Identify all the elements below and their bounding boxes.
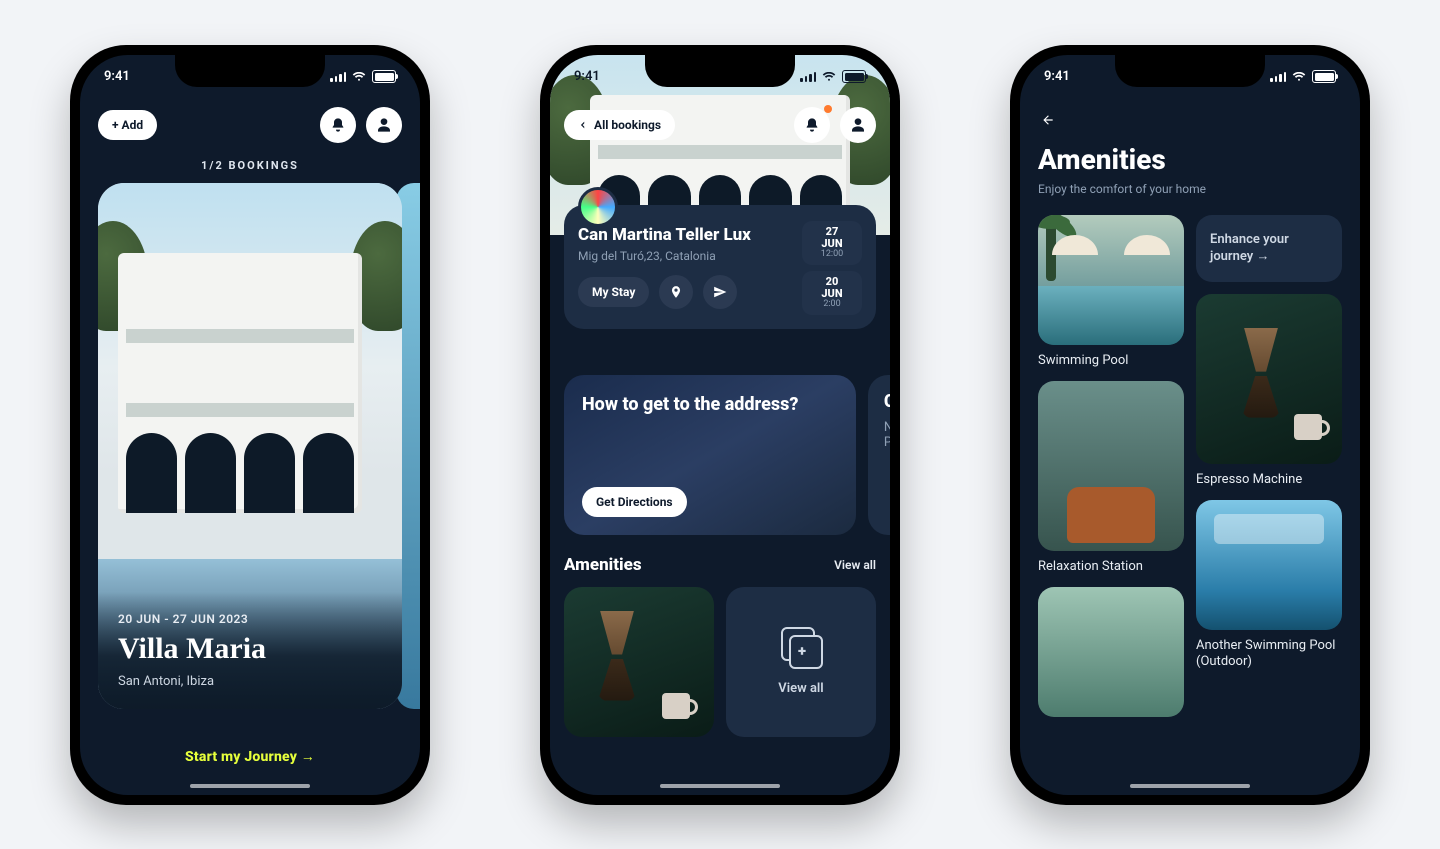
amenity-photo [1038,215,1184,345]
enhance-journey-card[interactable]: Enhance your journey → [1196,215,1342,282]
battery-icon [372,70,396,83]
battery-icon [1312,70,1336,83]
notifications-button[interactable] [794,107,830,143]
share-button[interactable] [703,275,737,309]
wifi-icon [1292,72,1306,82]
amenity-label: Espresso Machine [1196,472,1342,488]
cellular-icon [800,72,816,82]
send-icon [713,285,727,299]
device-notch [1115,55,1265,87]
amenity-photo [1038,587,1184,717]
profile-button[interactable] [840,107,876,143]
add-button[interactable]: + Add [98,110,157,140]
start-journey-link[interactable]: Start my Journey → [80,748,420,765]
stay-summary-card: Can Martina Teller Lux Mig del Turó,23, … [564,205,876,329]
property-name: Can Martina Teller Lux [578,225,792,245]
arrow-left-icon [578,120,588,130]
directions-card[interactable]: How to get to the address? Get Direction… [564,375,856,535]
bell-icon [330,117,346,133]
add-button-label: + Add [112,118,143,132]
checkin-datebox: 27 JUN 12:00 [802,221,862,265]
cellular-icon [330,72,346,82]
arrow-left-icon [1038,113,1058,127]
mug-illustration [662,693,690,719]
amenity-photo [1196,294,1342,464]
amenity-tile[interactable]: Another Swimming Pool (Outdoor) [1196,500,1342,671]
amenity-tile[interactable]: Espresso Machine [1196,294,1342,488]
amenity-photo [1038,381,1184,551]
wifi-icon [822,72,836,82]
info-card-peek[interactable]: C N Pa [868,375,890,535]
amenity-label: Relaxation Station [1038,559,1184,575]
amenity-tile[interactable]: Swimming Pool [1038,215,1184,369]
status-time: 9:41 [1044,69,1070,84]
battery-icon [842,70,866,83]
amenities-heading: Amenities [564,555,642,575]
page-subtitle: Enjoy the comfort of your home [1038,182,1342,196]
amenity-tile[interactable] [1038,587,1184,717]
amenity-tile[interactable]: Relaxation Station [1038,381,1184,575]
amenity-view-all-tile[interactable]: + View all [726,587,876,737]
home-indicator [1130,784,1250,788]
notifications-button[interactable] [320,107,356,143]
back-all-bookings-button[interactable]: All bookings [564,110,675,140]
checkout-datebox: 20 JUN 2:00 [802,271,862,315]
booking-card[interactable]: 20 JUN - 27 JUN 2023 Villa Maria San Ant… [98,183,402,709]
map-pin-icon [669,285,683,299]
coffee-maker-illustration [592,611,642,701]
amenity-photo [1196,500,1342,630]
home-indicator [190,784,310,788]
map-pin-button[interactable] [659,275,693,309]
cellular-icon [1270,72,1286,82]
host-avatar[interactable] [578,187,618,227]
view-all-label: View all [778,681,823,696]
device-notch [645,55,795,87]
device-notch [175,55,325,87]
wifi-icon [352,72,366,82]
my-stay-button[interactable]: My Stay [578,277,649,307]
status-time: 9:41 [104,69,130,84]
view-all-link[interactable]: View all [834,558,876,572]
directions-title: How to get to the address? [582,393,838,416]
amenity-tile-espresso[interactable] [564,587,714,737]
phone-amenities: 9:41 Amenities Enjoy the comfort of your… [1010,45,1370,805]
profile-button[interactable] [366,107,402,143]
stack-plus-icon: + [781,627,821,667]
booking-dates: 20 JUN - 27 JUN 2023 [118,612,382,626]
home-indicator [660,784,780,788]
person-icon [376,117,392,133]
notification-dot [824,105,832,113]
property-address: Mig del Turó,23, Catalonia [578,249,792,263]
three-phone-mockup: 9:41 + Add [0,0,1440,849]
booking-title: Villa Maria [118,632,382,666]
amenity-label: Another Swimming Pool (Outdoor) [1196,638,1342,671]
get-directions-button[interactable]: Get Directions [582,487,687,517]
phone-bookings: 9:41 + Add [70,45,430,805]
back-label: All bookings [594,118,661,132]
status-time: 9:41 [574,69,600,84]
amenity-label: Swimming Pool [1038,353,1184,369]
bell-icon [804,117,820,133]
back-button[interactable] [1038,113,1058,127]
page-title: Amenities [1038,143,1342,176]
bookings-counter: 1/2 BOOKINGS [80,159,420,172]
booking-location: San Antoni, Ibiza [118,674,382,689]
phone-stay-detail: 9:41 All bookings [540,45,900,805]
person-icon [850,117,866,133]
